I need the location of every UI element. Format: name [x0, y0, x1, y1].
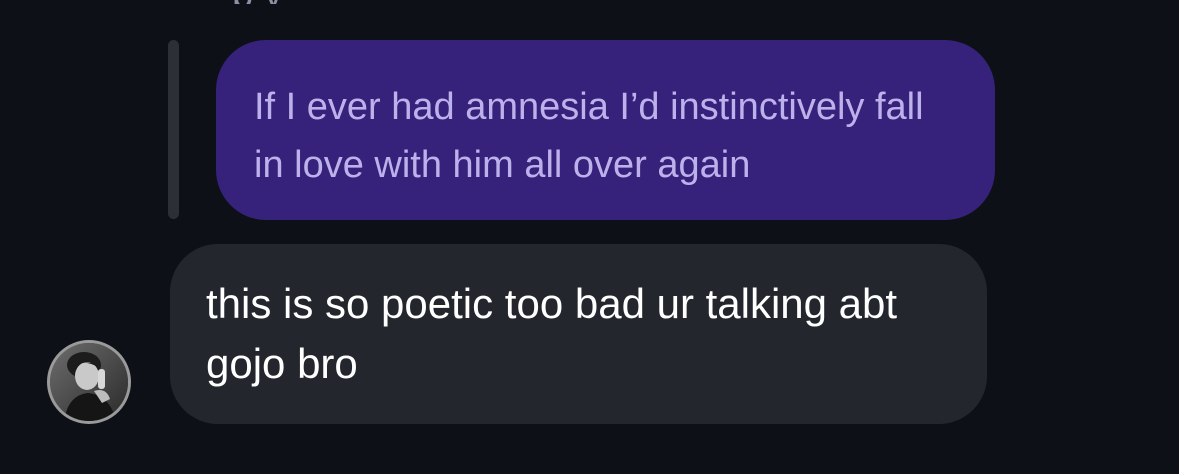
incoming-message-text: this is so poetic too bad ur talking abt… [206, 280, 898, 387]
sender-avatar[interactable] [47, 340, 131, 424]
incoming-message-bubble[interactable]: this is so poetic too bad ur talking abt… [170, 244, 987, 424]
profile-photo-avatar-icon [50, 343, 128, 421]
message-thread: p y If I ever had amnesia I’d instinctiv… [0, 0, 1179, 474]
previous-message-fragment: p y [232, 0, 283, 4]
replied-message-bubble[interactable]: If I ever had amnesia I’d instinctively … [216, 40, 995, 220]
reply-indicator-bar [168, 40, 179, 219]
replied-message-text: If I ever had amnesia I’d instinctively … [254, 86, 924, 186]
